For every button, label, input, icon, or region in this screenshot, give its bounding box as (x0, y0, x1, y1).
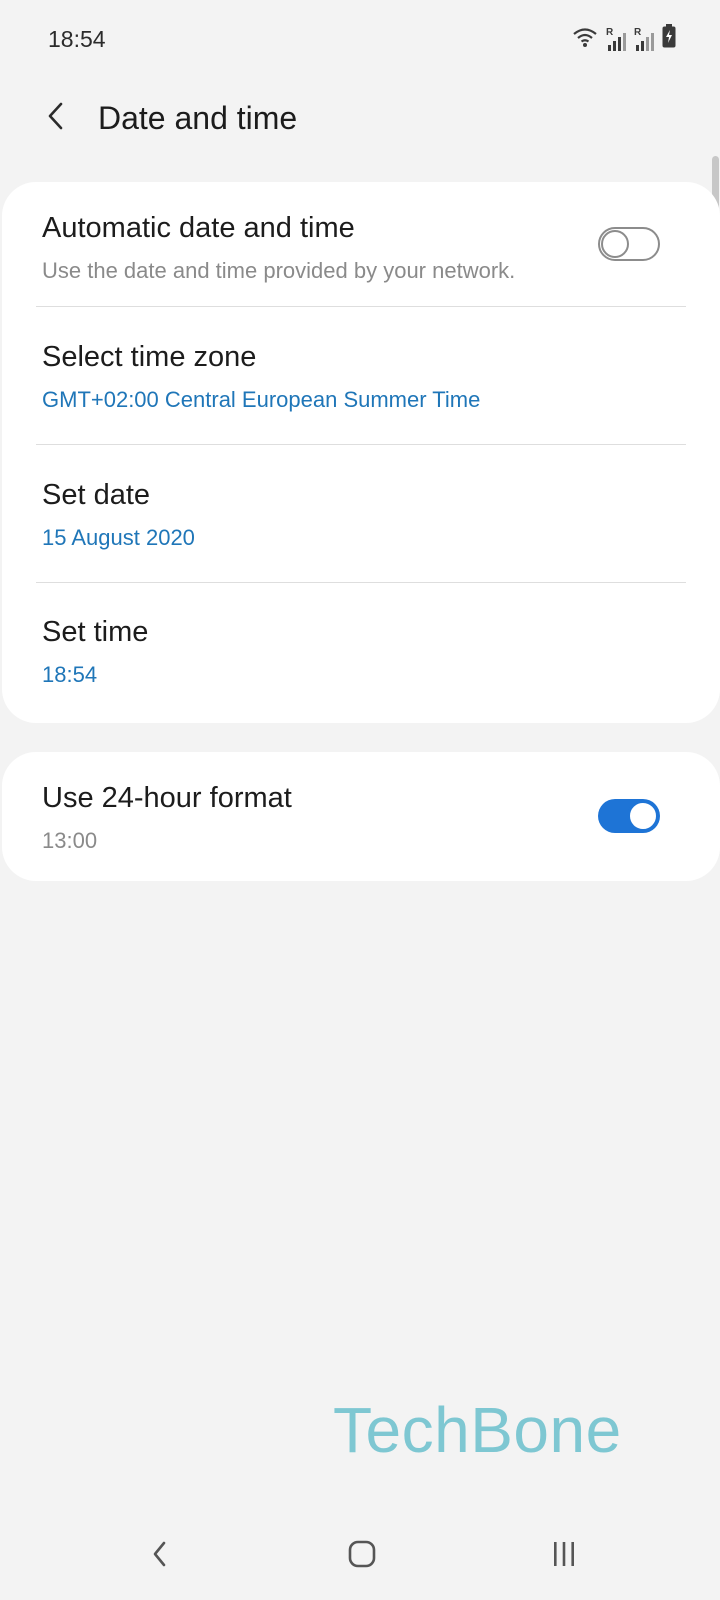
wifi-icon (572, 26, 598, 53)
nav-home-icon (347, 1539, 377, 1574)
select-time-zone-row[interactable]: Select time zone GMT+02:00 Central Europ… (2, 307, 720, 444)
set-date-row[interactable]: Set date 15 August 2020 (2, 445, 720, 582)
nav-back-icon (150, 1539, 170, 1574)
signal-icon-sim2: R (634, 27, 654, 53)
back-button[interactable] (34, 96, 78, 140)
automatic-date-time-row[interactable]: Automatic date and time Use the date and… (2, 182, 720, 307)
status-time: 18:54 (48, 26, 106, 52)
navigation-bar (0, 1510, 720, 1600)
row-subtitle: 13:00 (42, 828, 98, 853)
use-24-hour-format-toggle[interactable] (598, 799, 660, 833)
chevron-left-icon (45, 101, 67, 136)
row-subtitle: Use the date and time provided by your n… (42, 258, 516, 283)
settings-card-format: Use 24-hour format 13:00 (2, 752, 720, 881)
page-title: Date and time (98, 100, 298, 136)
nav-recents-button[interactable] (536, 1528, 592, 1584)
row-title: Set date (42, 479, 151, 511)
automatic-date-time-toggle[interactable] (598, 227, 660, 261)
row-subtitle: GMT+02:00 Central European Summer Time (42, 387, 481, 412)
row-subtitle: 18:54 (42, 662, 98, 687)
watermark-text: TechBone (333, 1394, 622, 1466)
row-title: Set time (42, 616, 149, 648)
row-subtitle: 15 August 2020 (42, 525, 195, 550)
row-title: Select time zone (42, 341, 257, 373)
nav-home-button[interactable] (334, 1528, 390, 1584)
signal-icon-sim1: R (606, 27, 626, 53)
use-24-hour-format-row[interactable]: Use 24-hour format 13:00 (2, 752, 720, 881)
app-bar: Date and time (0, 84, 720, 184)
set-time-row[interactable]: Set time 18:54 (2, 583, 720, 723)
nav-recents-icon (549, 1539, 579, 1574)
nav-back-button[interactable] (132, 1528, 188, 1584)
row-title: Automatic date and time (42, 212, 355, 244)
row-title: Use 24-hour format (42, 782, 292, 814)
status-icons: R R (572, 24, 676, 53)
status-bar: 18:54 R R (0, 0, 720, 84)
battery-charging-icon (662, 24, 676, 53)
toggle-knob (627, 800, 659, 832)
toggle-knob (601, 230, 629, 258)
settings-card-main: Automatic date and time Use the date and… (2, 182, 720, 723)
